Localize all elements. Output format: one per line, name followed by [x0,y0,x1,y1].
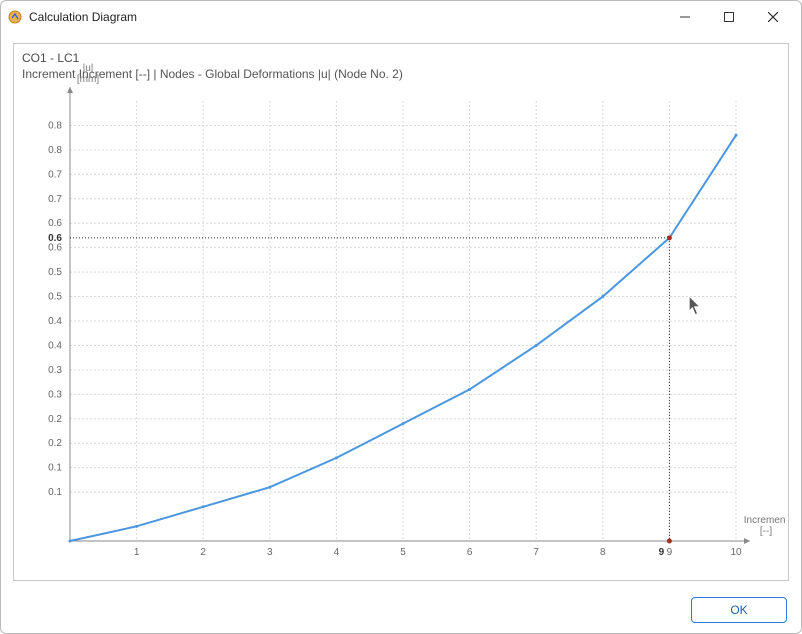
svg-text:[mm]: [mm] [77,74,99,85]
dialog-footer: OK [1,587,801,633]
svg-text:0.3: 0.3 [48,365,62,376]
svg-text:4: 4 [334,547,340,558]
window-title: Calculation Diagram [29,10,137,24]
svg-text:1: 1 [134,547,140,558]
svg-text:0.1: 0.1 [48,487,62,498]
titlebar: Calculation Diagram [1,1,801,33]
minimize-button[interactable] [663,3,707,31]
svg-text:Increment: Increment [744,515,786,526]
svg-text:6: 6 [467,547,473,558]
close-button[interactable] [751,3,795,31]
svg-text:10: 10 [730,547,742,558]
ok-button[interactable]: OK [691,597,787,623]
maximize-button[interactable] [707,3,751,31]
svg-text:7: 7 [533,547,539,558]
svg-text:0.6: 0.6 [48,233,62,244]
svg-text:0.8: 0.8 [48,120,62,131]
svg-text:9: 9 [667,547,673,558]
svg-text:0.5: 0.5 [48,267,62,278]
svg-text:8: 8 [600,547,606,558]
svg-text:0.6: 0.6 [48,243,62,254]
content-area: CO1 - LC1 Increment Increment [--] | Nod… [1,33,801,587]
svg-text:0.7: 0.7 [48,194,62,205]
app-icon [7,9,23,25]
svg-text:3: 3 [267,547,273,558]
svg-text:2: 2 [200,547,206,558]
svg-text:0.2: 0.2 [48,414,62,425]
svg-text:0.3: 0.3 [48,389,62,400]
dialog-window: Calculation Diagram CO1 - LC1 Increment … [0,0,802,634]
svg-text:0.4: 0.4 [48,340,62,351]
svg-text:9: 9 [659,547,665,558]
chart-plot: 1 2 3 4 5 6 7 8 9 10 0.1 0.1 0.2 0.2 0.3 0.3 0.4 0.4 0.5 0.… [16,46,786,576]
svg-text:0.6: 0.6 [48,218,62,229]
svg-text:0.2: 0.2 [48,438,62,449]
svg-text:0.5: 0.5 [48,292,62,303]
svg-text:0.7: 0.7 [48,169,62,180]
svg-text:0.4: 0.4 [48,316,62,327]
chart-frame: CO1 - LC1 Increment Increment [--] | Nod… [13,43,789,581]
svg-text:[--]: [--] [760,526,772,537]
svg-text:|u|: |u| [83,63,94,74]
svg-text:5: 5 [400,547,406,558]
svg-text:0.8: 0.8 [48,145,62,156]
svg-text:0.1: 0.1 [48,463,62,474]
